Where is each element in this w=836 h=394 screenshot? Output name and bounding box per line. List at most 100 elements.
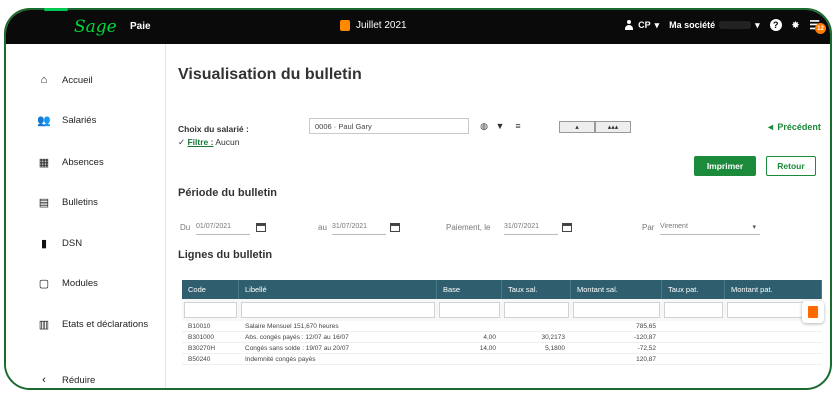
table-cell: Congés sans solde : 19/07 au 20/07 xyxy=(245,344,350,352)
single-employee-toggle[interactable]: ▴ xyxy=(559,121,595,133)
column-header[interactable]: Code xyxy=(182,280,239,299)
column-header[interactable]: Taux pat. xyxy=(662,280,725,299)
filter-input[interactable] xyxy=(573,302,660,318)
app-frame: Sage Paie Juillet 2021 CP ▾ Ma société ▾… xyxy=(4,8,832,390)
filter-value: Aucun xyxy=(215,137,240,147)
par-label: Par xyxy=(642,223,655,232)
calendar-icon[interactable] xyxy=(562,223,572,232)
period-label: Juillet 2021 xyxy=(356,20,407,31)
previous-link[interactable]: ◄ Précédent xyxy=(766,122,821,132)
sidebar-item-label: Réduire xyxy=(62,374,96,386)
table-cell: 785,65 xyxy=(636,322,656,330)
table-cell xyxy=(502,354,571,364)
table-cell xyxy=(437,321,502,331)
chevron-left-icon: ‹ xyxy=(42,374,46,386)
filter-input[interactable] xyxy=(504,302,569,318)
company-name: Ma société xyxy=(669,20,716,30)
dropdown-arrow-icon[interactable]: ▼ xyxy=(494,120,506,132)
table-cell xyxy=(725,343,822,353)
au-label: au xyxy=(318,223,327,232)
sidebar-item-etats[interactable]: ▥ Etats et déclarations xyxy=(6,312,166,336)
chevron-down-icon: ▾ xyxy=(654,19,660,30)
column-header[interactable]: Base xyxy=(437,280,502,299)
top-bar: Sage Paie Juillet 2021 CP ▾ Ma société ▾… xyxy=(6,10,830,44)
back-button[interactable]: Retour xyxy=(766,156,816,176)
table-cell: 5,1800 xyxy=(545,344,565,352)
sidebar-item-reduire[interactable]: ‹ Réduire xyxy=(6,368,166,388)
end-date-input[interactable]: 31/07/2021 xyxy=(332,219,386,235)
table-cell xyxy=(502,321,571,331)
table-cell: B50240 xyxy=(188,355,211,363)
company-detail xyxy=(719,21,752,29)
table-row[interactable]: B10010 Salaire Mensuel 151,670 heures 785,… xyxy=(182,321,822,332)
calendar-icon[interactable] xyxy=(256,223,266,232)
sidebar-item-modules[interactable]: ▢ Modules xyxy=(6,271,166,295)
print-button[interactable]: Imprimer xyxy=(694,156,756,176)
sage-logo[interactable]: Sage xyxy=(74,17,117,37)
list-icon[interactable]: ≡ xyxy=(512,120,524,132)
multi-employee-toggle[interactable]: ▴▴▴ xyxy=(595,121,631,133)
filter-input[interactable] xyxy=(664,302,723,318)
table-cell xyxy=(662,321,725,331)
file-icon: ▮ xyxy=(40,237,48,250)
start-date-input[interactable]: 01/07/2021 xyxy=(196,219,250,235)
column-header[interactable]: Montant pat. xyxy=(725,280,822,299)
column-header[interactable]: Montant sal. xyxy=(571,280,662,299)
search-icon[interactable]: ◍ xyxy=(478,120,490,132)
settings-icon[interactable]: ✸ xyxy=(792,20,800,31)
clipboard-button[interactable] xyxy=(802,301,824,323)
filter-input[interactable] xyxy=(241,302,435,318)
company-menu[interactable]: Ma société ▾ xyxy=(669,20,760,31)
sidebar-item-absences[interactable]: ▦ Absences xyxy=(6,150,166,174)
filter-row: ✓ Filtre : Aucun xyxy=(178,137,239,148)
sidebar-item-label: Bulletins xyxy=(62,196,98,208)
filter-input[interactable] xyxy=(439,302,500,318)
frame-accent xyxy=(44,8,68,11)
clipboard-icon xyxy=(808,306,818,318)
sidebar-item-label: Absences xyxy=(62,156,104,168)
payment-date-input[interactable]: 31/07/2021 xyxy=(504,219,558,235)
calendar-icon: ▦ xyxy=(38,156,50,169)
payment-method-select[interactable]: Virement ▾ xyxy=(660,219,760,235)
period-selector[interactable]: Juillet 2021 xyxy=(340,20,407,31)
table-row[interactable]: B301000 Abs. congés payés : 12/07 au 16/0… xyxy=(182,332,822,343)
table-cell: 30,2173 xyxy=(541,333,566,341)
table-row[interactable]: B30270H Congés sans solde : 19/07 au 20/0… xyxy=(182,343,822,354)
top-bar-right: CP ▾ Ma société ▾ ? ✸ ☰ 12 xyxy=(624,18,826,34)
table-cell: B10010 xyxy=(188,322,211,330)
table-cell xyxy=(662,332,725,342)
column-header[interactable]: Taux sal. xyxy=(502,280,571,299)
table-cell: Salaire Mensuel 151,670 heures xyxy=(245,322,339,330)
table-cell: B301000 xyxy=(188,333,215,341)
filter-link[interactable]: Filtre : xyxy=(187,137,213,147)
document-icon: ▤ xyxy=(38,196,50,209)
books-icon: ▥ xyxy=(38,318,50,331)
module-icon: ▢ xyxy=(38,277,50,290)
table-cell: 14,00 xyxy=(479,344,496,352)
notifications-icon[interactable]: ☰ 12 xyxy=(809,18,826,34)
filter-input[interactable] xyxy=(184,302,237,318)
sidebar-item-label: Etats et déclarations xyxy=(62,318,149,330)
table-header: Code Libellé Base Taux sal. Montant sal.… xyxy=(182,280,822,299)
table-cell: 4,00 xyxy=(483,333,496,341)
table-cell: Indemnité congés payés xyxy=(245,355,316,363)
sidebar-item-dsn[interactable]: ▮ DSN xyxy=(6,231,166,255)
sidebar-item-bulletins[interactable]: ▤ Bulletins xyxy=(6,190,166,214)
sidebar-item-label: Modules xyxy=(62,277,98,289)
table-cell xyxy=(725,354,822,364)
help-icon[interactable]: ? xyxy=(769,19,782,31)
column-header[interactable]: Libellé xyxy=(239,280,437,299)
sidebar-item-accueil[interactable]: ⌂ Accueil xyxy=(6,68,166,92)
chevron-down-icon: ▾ xyxy=(755,19,760,30)
notification-badge: 12 xyxy=(815,23,826,34)
user-menu[interactable]: CP ▾ xyxy=(624,20,659,31)
payment-label: Paiement, le xyxy=(446,223,491,232)
calendar-icon xyxy=(340,20,350,31)
calendar-icon[interactable] xyxy=(390,223,400,232)
du-label: Du xyxy=(180,223,191,232)
table-row[interactable]: B50240 Indemnité congés payés 120,87 xyxy=(182,354,822,365)
sidebar-item-salaries[interactable]: 👥 Salariés xyxy=(6,108,166,132)
home-icon: ⌂ xyxy=(40,74,48,86)
employee-select[interactable]: 0006 · Paul Gary xyxy=(309,118,469,134)
table-cell: -72,52 xyxy=(637,344,656,352)
